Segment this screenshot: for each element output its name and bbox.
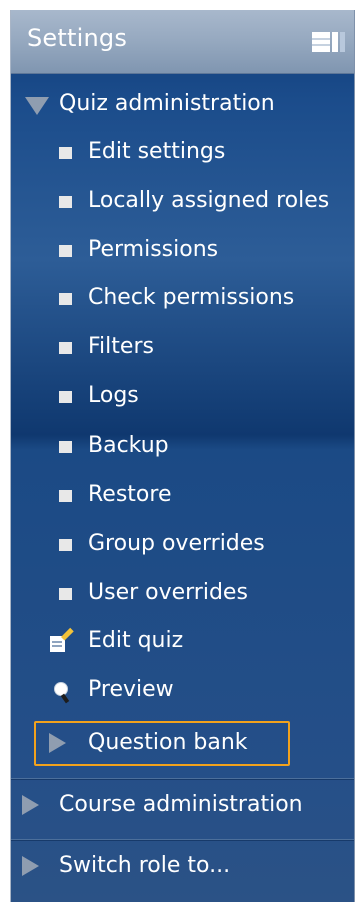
check-permissions-label: Check permissions xyxy=(88,285,295,310)
bullet-icon xyxy=(59,539,72,551)
restore-label: Restore xyxy=(88,482,172,507)
quiz-administration-label: Quiz administration xyxy=(59,91,275,116)
section-divider xyxy=(11,839,354,840)
settings-title: Settings xyxy=(27,24,128,52)
user-overrides-link[interactable]: User overrides xyxy=(11,571,354,615)
user-overrides-label: User overrides xyxy=(88,580,248,605)
switch-role-label: Switch role to... xyxy=(59,853,231,878)
bullet-icon xyxy=(59,196,72,208)
locally-assigned-roles-label: Locally assigned roles xyxy=(88,188,330,213)
logs-label: Logs xyxy=(88,383,139,408)
edit-icon-pencil xyxy=(61,627,74,641)
search-icon xyxy=(54,682,70,704)
permissions-link[interactable]: Permissions xyxy=(11,228,354,272)
bullet-icon xyxy=(59,391,72,403)
bullet-icon xyxy=(59,588,72,600)
course-administration-label: Course administration xyxy=(59,792,303,817)
edit-settings-link[interactable]: Edit settings xyxy=(11,130,354,174)
quiz-administration-node[interactable]: Quiz administration xyxy=(11,82,354,126)
edit-quiz-link[interactable]: Edit quiz xyxy=(11,619,354,663)
edit-icon xyxy=(50,627,74,653)
edit-icon-line xyxy=(52,645,62,647)
dock-icon-bar xyxy=(332,32,338,52)
group-overrides-link[interactable]: Group overrides xyxy=(11,522,354,566)
bullet-icon xyxy=(59,441,72,453)
dock-icon-bar xyxy=(340,32,345,52)
bullet-icon xyxy=(59,147,72,159)
dock-icon-bar xyxy=(312,32,330,52)
course-administration-node[interactable]: Course administration xyxy=(11,783,354,827)
bullet-icon xyxy=(59,490,72,502)
edit-settings-label: Edit settings xyxy=(88,139,226,164)
search-icon-lens xyxy=(54,682,68,696)
settings-panel: Settings Quiz administration Edit settin… xyxy=(10,10,355,902)
filters-label: Filters xyxy=(88,334,154,359)
collapse-arrow-icon xyxy=(25,97,49,115)
question-bank-label: Question bank xyxy=(88,730,248,755)
preview-label: Preview xyxy=(88,677,174,702)
search-icon-handle xyxy=(60,693,70,704)
bullet-icon xyxy=(59,342,72,354)
preview-link[interactable]: Preview xyxy=(11,668,354,712)
edit-quiz-label: Edit quiz xyxy=(88,628,184,653)
expand-arrow-icon xyxy=(49,733,66,753)
check-permissions-link[interactable]: Check permissions xyxy=(11,276,354,320)
expand-arrow-icon xyxy=(22,795,39,815)
backup-label: Backup xyxy=(88,433,169,458)
group-overrides-label: Group overrides xyxy=(88,531,265,556)
switch-role-node[interactable]: Switch role to... xyxy=(11,844,354,888)
permissions-label: Permissions xyxy=(88,237,219,262)
restore-link[interactable]: Restore xyxy=(11,473,354,517)
locally-assigned-roles-link[interactable]: Locally assigned roles xyxy=(11,179,354,223)
section-divider xyxy=(11,778,354,779)
backup-link[interactable]: Backup xyxy=(11,424,354,468)
filters-link[interactable]: Filters xyxy=(11,325,354,369)
bullet-icon xyxy=(59,293,72,305)
question-bank-node[interactable]: Question bank xyxy=(11,721,354,765)
settings-header: Settings xyxy=(11,10,354,74)
bullet-icon xyxy=(59,245,72,257)
edit-icon-line xyxy=(52,641,62,643)
dock-icon[interactable] xyxy=(312,32,345,52)
expand-arrow-icon xyxy=(22,856,39,876)
logs-link[interactable]: Logs xyxy=(11,374,354,418)
